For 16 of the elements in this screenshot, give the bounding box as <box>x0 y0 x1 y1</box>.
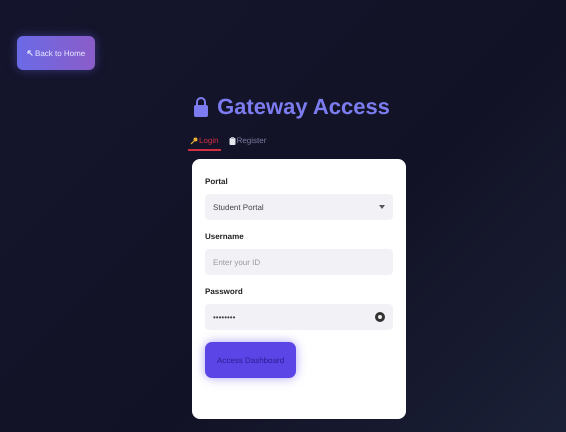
portal-select[interactable]: Student Portal <box>205 194 393 220</box>
key-icon <box>190 136 198 144</box>
field-label: Portal <box>205 177 229 186</box>
arrow-icon <box>27 50 33 56</box>
field-label: Username <box>205 232 245 241</box>
lock-icon <box>193 97 210 117</box>
eye-icon <box>375 312 385 322</box>
page-title: Gateway Access <box>217 94 390 120</box>
username-field[interactable]: Enter your ID <box>205 249 393 275</box>
password-field[interactable]: •••••••• <box>205 304 393 330</box>
tab[interactable]: Login <box>188 134 221 151</box>
clipboard-icon <box>228 136 236 144</box>
back-button[interactable]: Back to Home <box>17 36 96 70</box>
field-label: Password <box>205 287 244 296</box>
caret-icon <box>379 205 385 209</box>
tab[interactable]: Register <box>226 134 268 151</box>
